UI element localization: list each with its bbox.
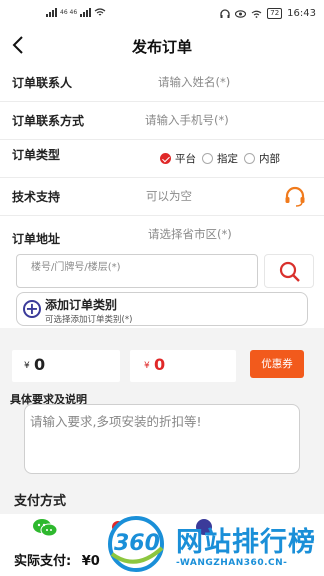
radio-designated[interactable]: 指定 <box>202 151 238 166</box>
type-label: 订单类型 <box>12 148 61 162</box>
network-label: 46 46 <box>60 9 78 16</box>
signal-icon-2 <box>80 8 92 17</box>
discount-amount: ¥ 0 <box>130 350 236 382</box>
coupon-button[interactable]: 优惠券 <box>250 350 304 378</box>
status-bar: 46 46 72 16:43 <box>0 0 324 28</box>
payment-title: 支付方式 <box>14 494 67 509</box>
contact-row: 订单联系人 请输入姓名(*) <box>0 64 324 102</box>
currency-symbol: ¥ <box>144 361 150 371</box>
add-category-button[interactable]: + 添加订单类别 可选择添加订单类别(*) <box>16 292 308 326</box>
support-row: 技术支持 可以为空 <box>0 178 324 216</box>
support-input[interactable]: 可以为空 <box>146 188 192 204</box>
contact-input[interactable]: 请输入姓名(*) <box>158 74 230 90</box>
radio-designated-label: 指定 <box>217 153 238 165</box>
discount-amount-value: 0 <box>154 355 166 374</box>
requirements-textarea[interactable]: 请输入要求,多项安装的折扣等! <box>24 404 300 474</box>
plus-circle-icon: + <box>23 300 41 318</box>
site-watermark: 360 网站排行榜 -WANGZHAN360.CN- <box>100 512 324 576</box>
search-button[interactable] <box>264 254 314 288</box>
support-label: 技术支持 <box>12 190 61 204</box>
order-type-radio-group: 平台 指定 内部 <box>160 151 286 166</box>
phone-input[interactable]: 请输入手机号(*) <box>145 112 229 128</box>
actual-payment-label: 实际支付: ¥0 <box>14 550 100 569</box>
battery-icon: 72 <box>267 8 283 19</box>
actual-pay-text: 实际支付: <box>14 554 72 569</box>
order-form: 订单联系人 请输入姓名(*) 订单联系方式 请输入手机号(*) 订单类型 平台 … <box>0 64 324 258</box>
add-category-subtitle: 可选择添加订单类别(*) <box>45 315 133 325</box>
region-picker[interactable]: 请选择省市区(*) <box>148 226 232 242</box>
eye-icon <box>235 9 247 18</box>
signal-indicators: 46 46 <box>46 8 106 17</box>
currency-symbol: ¥ <box>24 361 30 371</box>
clock: 16:43 <box>287 8 316 19</box>
address-detail-placeholder: 楼号/门牌号/楼层(*) <box>31 262 121 273</box>
headset-icon[interactable] <box>284 186 306 208</box>
address-label: 订单地址 <box>12 232 61 246</box>
total-amount: ¥ 0 <box>12 350 120 382</box>
wifi-icon <box>94 8 106 16</box>
watermark-badge: 360 <box>114 531 160 556</box>
currency-symbol: ¥ <box>81 554 91 569</box>
search-icon <box>279 261 300 282</box>
actual-pay-value: 0 <box>90 554 100 569</box>
radio-internal[interactable]: 内部 <box>244 151 280 166</box>
checked-radio-icon[interactable] <box>160 153 171 164</box>
phone-label: 订单联系方式 <box>12 114 85 128</box>
radio-icon[interactable] <box>244 153 255 164</box>
page-title: 发布订单 <box>131 38 192 56</box>
wifi-status-icon <box>251 10 262 18</box>
nav-bar: 发布订单 <box>0 28 324 64</box>
status-right: 72 16:43 <box>220 8 316 19</box>
address-detail-input[interactable]: 楼号/门牌号/楼层(*) <box>16 254 258 288</box>
radio-platform-label: 平台 <box>175 153 196 165</box>
address-row: 订单地址 请选择省市区(*) <box>0 216 324 258</box>
radio-internal-label: 内部 <box>259 153 280 165</box>
total-amount-value: 0 <box>34 355 46 374</box>
wechat-icon[interactable] <box>32 517 58 539</box>
requirements-placeholder: 请输入要求,多项安装的折扣等! <box>30 414 202 429</box>
type-row: 订单类型 平台 指定 内部 <box>0 140 324 178</box>
radio-icon[interactable] <box>202 153 213 164</box>
radio-platform[interactable]: 平台 <box>160 151 196 166</box>
watermark-url: -WANGZHAN360.CN- <box>176 558 288 568</box>
add-category-title: 添加订单类别 <box>45 298 118 312</box>
watermark-text: 网站排行榜 <box>176 527 316 558</box>
headphone-status-icon <box>220 8 230 18</box>
phone-row: 订单联系方式 请输入手机号(*) <box>0 102 324 140</box>
contact-label: 订单联系人 <box>12 76 73 90</box>
signal-icon <box>46 8 57 17</box>
